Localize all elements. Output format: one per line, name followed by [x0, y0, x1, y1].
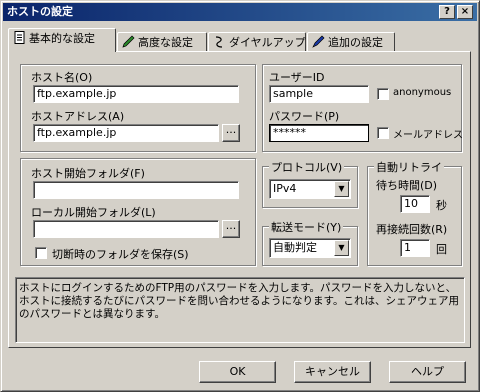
host-start-folder-field[interactable]	[33, 181, 239, 199]
protocol-value: IPv4	[273, 182, 297, 195]
tab-label: 追加の設定	[328, 36, 383, 49]
host-name-label: ホスト名(O)	[31, 71, 93, 84]
folders-group: ホスト開始フォルダ(F) ローカル開始フォルダ(L) ... 切断時のフォルダを…	[20, 158, 256, 266]
password-label: パスワード(P)	[269, 110, 340, 123]
help-title-button[interactable]: ?	[439, 5, 455, 19]
help-button[interactable]: ヘルプ	[389, 361, 466, 383]
pen-icon	[312, 35, 325, 48]
transfer-mode-group-title: 転送モード(Y)	[269, 219, 344, 235]
user-group: ユーザーID sample anonymous パスワード(P) ****** …	[262, 64, 463, 152]
tab-label: 基本的な設定	[29, 32, 95, 45]
tab-label: 高度な設定	[138, 36, 193, 49]
protocol-group: プロトコル(V) IPv4 ▼	[262, 159, 358, 208]
password-field[interactable]: ******	[269, 124, 369, 142]
anonymous-label: anonymous	[393, 87, 452, 98]
local-start-folder-field[interactable]	[33, 220, 219, 238]
host-group: ホスト名(O) ftp.example.jp ホストアドレス(A) ftp.ex…	[20, 64, 256, 152]
transfer-mode-group: 転送モード(Y) 自動判定 ▼	[262, 219, 358, 266]
save-folder-checkbox[interactable]	[35, 247, 47, 259]
wait-time-field[interactable]: 10	[400, 195, 430, 213]
userid-label: ユーザーID	[269, 71, 325, 84]
host-address-field[interactable]: ftp.example.jp	[33, 124, 219, 142]
tab-label: ダイヤルアップ	[229, 36, 306, 49]
document-icon	[13, 31, 26, 44]
phone-cord-icon	[213, 35, 226, 48]
auto-retry-group: 自動リトライ 待ち時間(D) 10 秒 再接続回数(R) 1 回	[367, 159, 462, 266]
mail-address-label: メールアドレス	[393, 130, 463, 141]
protocol-group-title: プロトコル(V)	[269, 159, 345, 175]
close-title-button[interactable]: ×	[457, 5, 473, 19]
host-address-browse-button[interactable]: ...	[222, 124, 240, 142]
transfer-mode-select[interactable]: 自動判定 ▼	[269, 238, 351, 258]
host-name-field[interactable]: ftp.example.jp	[33, 85, 239, 103]
chevron-down-icon[interactable]: ▼	[334, 240, 349, 256]
wait-time-unit: 秒	[436, 199, 447, 212]
window-title: ホストの設定	[7, 5, 73, 18]
save-folder-label: 切断時のフォルダを保存(S)	[52, 248, 189, 261]
userid-field[interactable]: sample	[269, 85, 369, 103]
title-bar: ホストの設定	[3, 3, 477, 21]
ok-button[interactable]: OK	[199, 361, 276, 383]
chevron-down-icon[interactable]: ▼	[334, 181, 349, 197]
reconnect-count-label: 再接続回数(R)	[376, 223, 448, 236]
pencil-check-icon	[122, 35, 135, 48]
wait-time-label: 待ち時間(D)	[376, 179, 438, 192]
transfer-mode-value: 自動判定	[273, 241, 317, 254]
host-settings-dialog: ホストの設定 ? × 基本的な設定 高度な設定 ダイヤルアップ 追加の設定 ホス…	[0, 0, 480, 392]
auto-retry-group-title: 自動リトライ	[374, 159, 444, 175]
local-start-folder-label: ローカル開始フォルダ(L)	[31, 206, 156, 219]
reconnect-count-unit: 回	[436, 243, 447, 256]
anonymous-checkbox[interactable]	[377, 88, 389, 100]
local-folder-browse-button[interactable]: ...	[222, 220, 240, 238]
tab-basic-settings[interactable]: 基本的な設定	[8, 28, 116, 52]
host-start-folder-label: ホスト開始フォルダ(F)	[31, 167, 145, 180]
mail-address-checkbox[interactable]	[377, 127, 389, 139]
host-address-label: ホストアドレス(A)	[31, 110, 125, 123]
cancel-button[interactable]: キャンセル	[294, 361, 371, 383]
reconnect-count-field[interactable]: 1	[400, 239, 430, 257]
description-text: ホストにログインするためのFTP用のパスワードを入力します。パスワードを入力しな…	[15, 277, 465, 343]
protocol-select[interactable]: IPv4 ▼	[269, 179, 351, 199]
